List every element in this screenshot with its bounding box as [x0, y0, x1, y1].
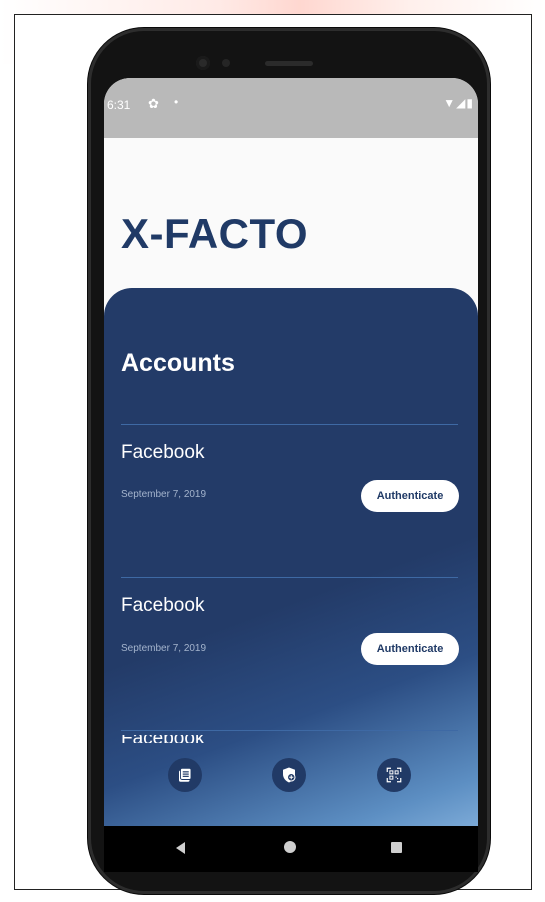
proximity-sensor [222, 59, 230, 67]
divider [121, 424, 458, 425]
recent-apps-icon[interactable] [391, 842, 402, 853]
status-bar: 6:31 ✿ • ▼◢▮ [104, 78, 478, 138]
accounts-panel: Accounts Facebook September 7, 2019 Auth… [104, 288, 478, 848]
list-button[interactable] [168, 758, 202, 792]
accounts-heading: Accounts [121, 349, 235, 377]
account-name: Facebook [121, 442, 205, 463]
qr-scan-icon [386, 767, 402, 783]
account-name-partial: Facebook [121, 735, 204, 743]
page: 6:31 ✿ • ▼◢▮ X-FACTO Accounts Facebook S… [0, 0, 545, 902]
divider [121, 730, 458, 731]
front-camera [196, 56, 210, 70]
phone-screen: 6:31 ✿ • ▼◢▮ X-FACTO Accounts Facebook S… [104, 78, 478, 862]
authenticate-button[interactable]: Authenticate [361, 633, 459, 665]
account-date: September 7, 2019 [121, 489, 207, 500]
home-icon[interactable] [284, 841, 296, 853]
settings-icon: ✿ [148, 96, 159, 111]
scan-qr-button[interactable] [377, 758, 411, 792]
earpiece-speaker [265, 61, 313, 66]
app-title: X-FACTO [121, 210, 309, 257]
shield-add-icon [283, 767, 296, 783]
account-name: Facebook [121, 595, 205, 616]
status-time: 6:31 [107, 98, 131, 112]
notification-dot-icon: • [174, 95, 179, 109]
system-navigation-bar [104, 826, 478, 872]
divider [121, 577, 458, 578]
account-date: September 7, 2019 [121, 643, 207, 654]
signal-battery-icons: ▼◢▮ [443, 96, 474, 110]
back-icon[interactable] [176, 842, 185, 854]
list-icon [179, 767, 192, 782]
add-account-button[interactable] [272, 758, 306, 792]
authenticate-button[interactable]: Authenticate [361, 480, 459, 512]
